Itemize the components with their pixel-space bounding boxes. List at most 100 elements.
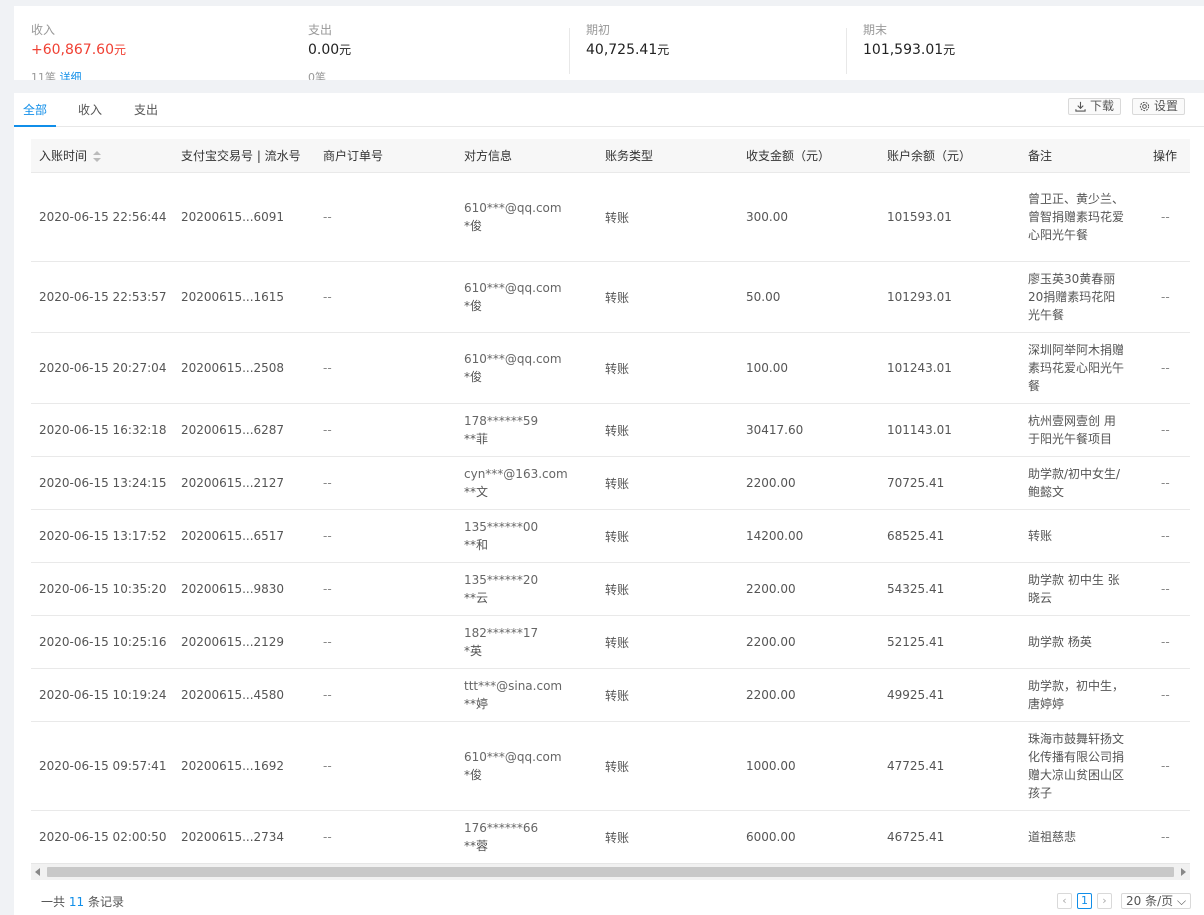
- cell-type-text: 转账: [605, 582, 630, 597]
- cell-action: --: [1161, 722, 1170, 810]
- cell-action-text: --: [1161, 582, 1170, 596]
- divider: [846, 28, 847, 74]
- cell-trade-no: 20200615...2734: [181, 811, 284, 863]
- party-account: 135******00: [464, 520, 539, 534]
- party-name: **婷: [464, 697, 489, 711]
- cell-type: 转账: [605, 173, 629, 261]
- tab-expense[interactable]: 支出: [128, 93, 164, 127]
- cell-action: --: [1161, 669, 1170, 721]
- opening-value: 40,725.41元: [586, 42, 670, 58]
- header-time[interactable]: 入账时间: [39, 139, 102, 173]
- cell-party: ttt***@sina.com **婷: [464, 669, 562, 721]
- cell-amount-text: 2200.00: [746, 635, 796, 649]
- scroll-thumb[interactable]: [47, 867, 1174, 877]
- cell-amount-text: 300.00: [746, 210, 788, 224]
- cell-type-text: 转账: [605, 635, 630, 650]
- cell-order-no: --: [323, 333, 332, 403]
- page-number-button[interactable]: 1: [1077, 893, 1092, 909]
- settings-label: 设置: [1154, 99, 1179, 113]
- sort-icon[interactable]: [93, 150, 102, 163]
- table-row: 2020-06-15 22:53:57 20200615...1615 -- 610*…: [31, 262, 1190, 333]
- cell-amount: 14200.00: [746, 510, 803, 562]
- cell-amount-text: 1000.00: [746, 759, 796, 773]
- cell-note: 杭州壹网壹创 用于阳光午餐项目: [1028, 404, 1126, 456]
- cell-balance-text: 101143.01: [887, 423, 952, 437]
- cell-action: --: [1161, 563, 1170, 615]
- cell-action: --: [1161, 616, 1170, 668]
- cell-order-no: --: [323, 563, 332, 615]
- cell-action: --: [1161, 262, 1170, 332]
- cell-party: 182******17 *英: [464, 616, 538, 668]
- cell-party: 610***@qq.com *俊: [464, 173, 562, 261]
- cell-type: 转账: [605, 262, 629, 332]
- cell-action-text: --: [1161, 423, 1170, 437]
- income-count: 11笔 详细: [31, 69, 82, 80]
- cell-time-text: 2020-06-15 13:17:52: [39, 529, 167, 543]
- cell-type-text: 转账: [605, 290, 630, 305]
- page-size-select[interactable]: 20 条/页 ⌵: [1121, 893, 1192, 909]
- cell-order-no: --: [323, 722, 332, 810]
- cell-note: 道祖慈悲: [1028, 811, 1126, 863]
- cell-order-no: --: [323, 457, 332, 509]
- cell-balance: 101143.01: [887, 404, 952, 456]
- cell-note-text: 曾卫正、黄少兰、曾智捐赠素玛花爱心阳光午餐: [1028, 192, 1125, 242]
- table-row: 2020-06-15 13:24:15 20200615...2127 -- cyn*…: [31, 457, 1190, 510]
- download-button[interactable]: 下载: [1068, 98, 1122, 115]
- cell-amount: 6000.00: [746, 811, 796, 863]
- cell-amount-text: 2200.00: [746, 476, 796, 490]
- closing-label: 期末: [863, 23, 888, 37]
- cell-order-no-text: --: [323, 635, 332, 649]
- header-action: 操作: [1153, 149, 1178, 163]
- party-name: **和: [464, 538, 489, 552]
- cell-order-no: --: [323, 616, 332, 668]
- bill-panel: 全部 收入 支出 下载 设置 入账时间 支付宝交易号 | 流水号 商户订单号 对…: [14, 93, 1204, 915]
- party-name: *俊: [464, 219, 483, 233]
- cell-order-no: --: [323, 510, 332, 562]
- cell-action: --: [1161, 510, 1170, 562]
- cell-time: 2020-06-15 13:24:15: [39, 457, 166, 509]
- tab-all[interactable]: 全部: [14, 93, 56, 127]
- cell-amount-text: 2200.00: [746, 582, 796, 596]
- download-label: 下载: [1090, 99, 1115, 113]
- cell-note: 曾卫正、黄少兰、曾智捐赠素玛花爱心阳光午餐: [1028, 173, 1126, 261]
- filter-tabs: 全部 收入 支出 下载 设置: [14, 93, 1204, 127]
- table-header: 入账时间 支付宝交易号 | 流水号 商户订单号 对方信息 账务类型 收支金额（元…: [31, 139, 1190, 173]
- cell-amount: 2200.00: [746, 616, 796, 668]
- cell-amount-text: 14200.00: [746, 529, 804, 543]
- cell-note-text: 珠海市鼓舞轩扬文化传播有限公司捐赠大凉山贫困山区孩子: [1028, 732, 1125, 800]
- table-row: 2020-06-15 10:25:16 20200615...2129 -- 182*…: [31, 616, 1190, 669]
- cell-balance-text: 101593.01: [887, 210, 952, 224]
- cell-order-no-text: --: [323, 476, 332, 490]
- horizontal-scrollbar[interactable]: [31, 863, 1190, 880]
- scroll-right-icon[interactable]: [1181, 868, 1186, 876]
- cell-type-text: 转账: [605, 210, 630, 225]
- scroll-left-icon[interactable]: [35, 868, 40, 876]
- cell-type: 转账: [605, 510, 629, 562]
- party-name: *俊: [464, 370, 483, 384]
- next-page-button[interactable]: ›: [1097, 893, 1112, 909]
- party-account: 182******17: [464, 626, 539, 640]
- cell-balance-text: 54325.41: [887, 582, 945, 596]
- income-detail-link[interactable]: 详细: [60, 71, 82, 80]
- cell-amount: 2200.00: [746, 563, 796, 615]
- divider: [569, 28, 570, 74]
- cell-type-text: 转账: [605, 830, 630, 845]
- prev-page-button[interactable]: ‹: [1057, 893, 1072, 909]
- cell-trade-no-text: 20200615...6091: [181, 210, 285, 224]
- cell-trade-no-text: 20200615...4580: [181, 688, 285, 702]
- cell-balance: 68525.41: [887, 510, 944, 562]
- gear-icon: [1139, 101, 1150, 112]
- settings-button[interactable]: 设置: [1132, 98, 1186, 115]
- tab-income[interactable]: 收入: [72, 93, 108, 127]
- party-name: *俊: [464, 299, 483, 313]
- cell-note: 助学款 杨英: [1028, 616, 1126, 668]
- cell-type-text: 转账: [605, 688, 630, 703]
- cell-note-text: 助学款 杨英: [1028, 635, 1092, 649]
- cell-time: 2020-06-15 16:32:18: [39, 404, 166, 456]
- party-account: 176******66: [464, 821, 539, 835]
- table-row: 2020-06-15 13:17:52 20200615...6517 -- 135*…: [31, 510, 1190, 563]
- party-name: *俊: [464, 768, 483, 782]
- party-name: *英: [464, 644, 483, 658]
- cell-action-text: --: [1161, 759, 1170, 773]
- cell-order-no: --: [323, 262, 332, 332]
